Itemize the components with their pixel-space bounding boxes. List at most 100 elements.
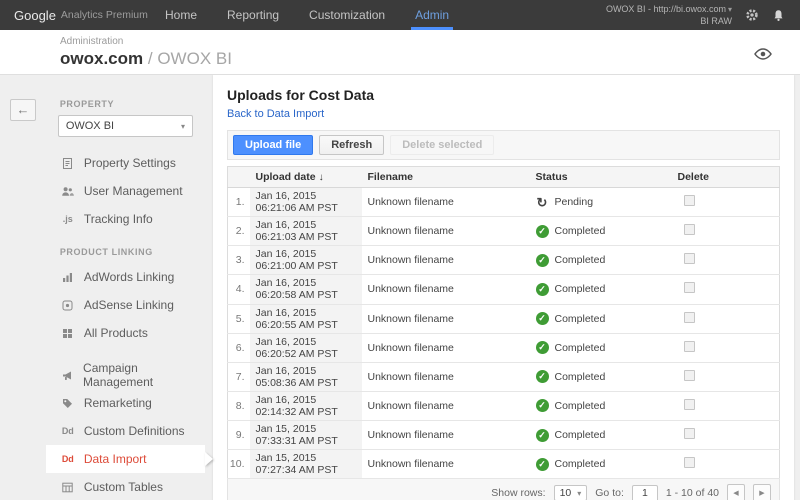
table-row: 5. Jan 16, 2015 06:20:55 AM PST Unknown …	[227, 304, 780, 334]
sidebar-item-label: Remarketing	[83, 396, 152, 410]
sidebar-item-data-import[interactable]: Dd Data Import	[45, 445, 205, 473]
property-name: OWOX BI	[157, 49, 232, 68]
brand-suffix: Analytics Premium	[60, 9, 148, 21]
filename-cell: Unknown filename	[361, 391, 530, 422]
back-arrow-button[interactable]: ←	[10, 99, 36, 121]
delete-checkbox[interactable]	[683, 253, 695, 265]
caret-down-icon: ▾	[180, 121, 185, 131]
bar-chart-icon	[60, 271, 76, 284]
sidebar-item-campaign-management[interactable]: Campaign Management	[46, 361, 205, 389]
table-row: 7. Jan 16, 2015 05:08:36 AM PST Unknown …	[227, 362, 780, 392]
refresh-button[interactable]: Refresh	[319, 135, 385, 155]
column-header-filename[interactable]: Filename	[361, 166, 530, 188]
topbar-right: OWOX BI - http://bi.owox.com ▾ BI RAW	[606, 0, 800, 30]
sidebar-item-label: AdSense Linking	[83, 298, 174, 312]
upload-date-cell: Jan 16, 2015 06:21:06 AM PST	[249, 187, 362, 218]
nav-customization[interactable]: Customization	[294, 0, 400, 30]
previous-page-button[interactable]: ◀	[727, 484, 745, 500]
show-rows-select[interactable]: 10 ▾	[553, 485, 588, 500]
toolbar: Upload file Refresh Delete selected	[227, 130, 780, 160]
nav-home[interactable]: Home	[150, 0, 212, 30]
sidebar-item-adsense-linking[interactable]: AdSense Linking	[46, 291, 205, 319]
sidebar-item-all-products[interactable]: All Products	[46, 319, 205, 347]
row-number: 3.	[227, 245, 250, 276]
sidebar-item-label: Data Import	[83, 452, 147, 466]
back-to-data-import-link[interactable]: Back to Data Import	[227, 108, 324, 120]
filename-cell: Unknown filename	[361, 304, 530, 334]
caret-down-icon: ▾	[577, 488, 582, 498]
account-switcher[interactable]: OWOX BI - http://bi.owox.com ▾ BI RAW	[606, 3, 732, 28]
upload-icon: Dd	[61, 454, 74, 464]
row-number: 6.	[227, 333, 250, 363]
table-row: 6. Jan 16, 2015 06:20:52 AM PST Unknown …	[227, 333, 780, 363]
nav-admin[interactable]: Admin	[400, 0, 464, 30]
row-number: 5.	[227, 304, 250, 334]
delete-checkbox[interactable]	[683, 311, 695, 323]
delete-checkbox[interactable]	[683, 428, 695, 440]
delete-checkbox[interactable]	[683, 369, 695, 381]
sidebar-item-custom-definitions[interactable]: Dd Custom Definitions	[46, 417, 205, 445]
property-section-label: PROPERTY	[59, 99, 115, 109]
users-icon	[60, 185, 76, 198]
status-label: Completed	[554, 370, 606, 383]
title-separator: /	[147, 49, 153, 68]
completed-icon	[535, 370, 549, 384]
sidebar-item-custom-tables[interactable]: Custom Tables	[46, 473, 205, 500]
nav-reporting[interactable]: Reporting	[212, 0, 294, 30]
property-selector[interactable]: OWOX BI ▾	[57, 115, 193, 137]
bell-icon[interactable]	[771, 8, 786, 23]
back-column: ←	[0, 75, 46, 121]
filename-cell: Unknown filename	[361, 362, 530, 392]
account-name: owox.com	[60, 49, 144, 68]
goto-page-input[interactable]	[631, 484, 658, 500]
gear-icon[interactable]	[744, 8, 759, 23]
status-label: Completed	[554, 399, 606, 412]
delete-checkbox[interactable]	[683, 195, 695, 207]
row-number-header	[227, 166, 250, 188]
upload-date-cell: Jan 16, 2015 06:21:00 AM PST	[249, 245, 362, 276]
sidebar-item-adwords-linking[interactable]: AdWords Linking	[46, 263, 205, 291]
row-number: 2.	[227, 216, 250, 247]
js-icon: .js	[62, 214, 73, 224]
show-rows-value: 10	[559, 487, 572, 500]
filename-cell: Unknown filename	[361, 245, 530, 276]
top-nav: Home Reporting Customization Admin	[150, 0, 464, 30]
account-line2: BI RAW	[700, 16, 732, 27]
row-number: 10.	[227, 449, 250, 480]
sidebar-item-user-management[interactable]: User Management	[46, 177, 205, 205]
delete-checkbox[interactable]	[683, 398, 695, 410]
sidebar-item-property-settings[interactable]: Property Settings	[46, 149, 205, 177]
delete-checkbox[interactable]	[683, 224, 695, 236]
completed-icon	[535, 312, 549, 326]
sidebar-item-label: AdWords Linking	[83, 270, 175, 284]
main-panel: Uploads for Cost Data Back to Data Impor…	[213, 75, 794, 500]
delete-checkbox[interactable]	[683, 457, 695, 469]
delete-checkbox[interactable]	[683, 282, 695, 294]
upload-date-cell: Jan 15, 2015 07:33:31 AM PST	[249, 420, 362, 451]
sidebar-item-remarketing[interactable]: Remarketing	[46, 389, 205, 417]
sidebar-item-tracking-info[interactable]: .js Tracking Info	[46, 205, 205, 233]
upload-file-button[interactable]: Upload file	[233, 135, 314, 155]
column-header-upload-date[interactable]: Upload date ↓	[249, 166, 362, 188]
sidebar-item-label: All Products	[83, 326, 148, 340]
show-rows-label: Show rows:	[491, 487, 546, 500]
upload-date-cell: Jan 15, 2015 07:27:34 AM PST	[249, 449, 362, 480]
sidebar-item-label: User Management	[83, 184, 183, 198]
row-number: 9.	[227, 420, 250, 451]
filename-cell: Unknown filename	[361, 449, 530, 480]
table-row: 3. Jan 16, 2015 06:21:00 AM PST Unknown …	[227, 245, 780, 276]
delete-checkbox[interactable]	[683, 340, 695, 352]
completed-icon	[535, 457, 549, 471]
status-label: Pending	[554, 196, 594, 209]
next-page-button[interactable]: ▶	[753, 484, 771, 500]
column-header-status[interactable]: Status	[529, 166, 672, 188]
page-title: owox.com / OWOX BI	[60, 49, 784, 69]
delete-selected-button[interactable]: Delete selected	[390, 135, 495, 155]
table-row: 8. Jan 16, 2015 02:14:32 AM PST Unknown …	[227, 391, 780, 422]
sidebar-item-label: Tracking Info	[83, 212, 153, 226]
row-number: 7.	[227, 362, 250, 392]
completed-icon	[535, 282, 549, 296]
eye-icon[interactable]	[754, 47, 772, 66]
status-label: Completed	[554, 458, 606, 471]
brand: Google Analytics Premium	[0, 0, 150, 30]
